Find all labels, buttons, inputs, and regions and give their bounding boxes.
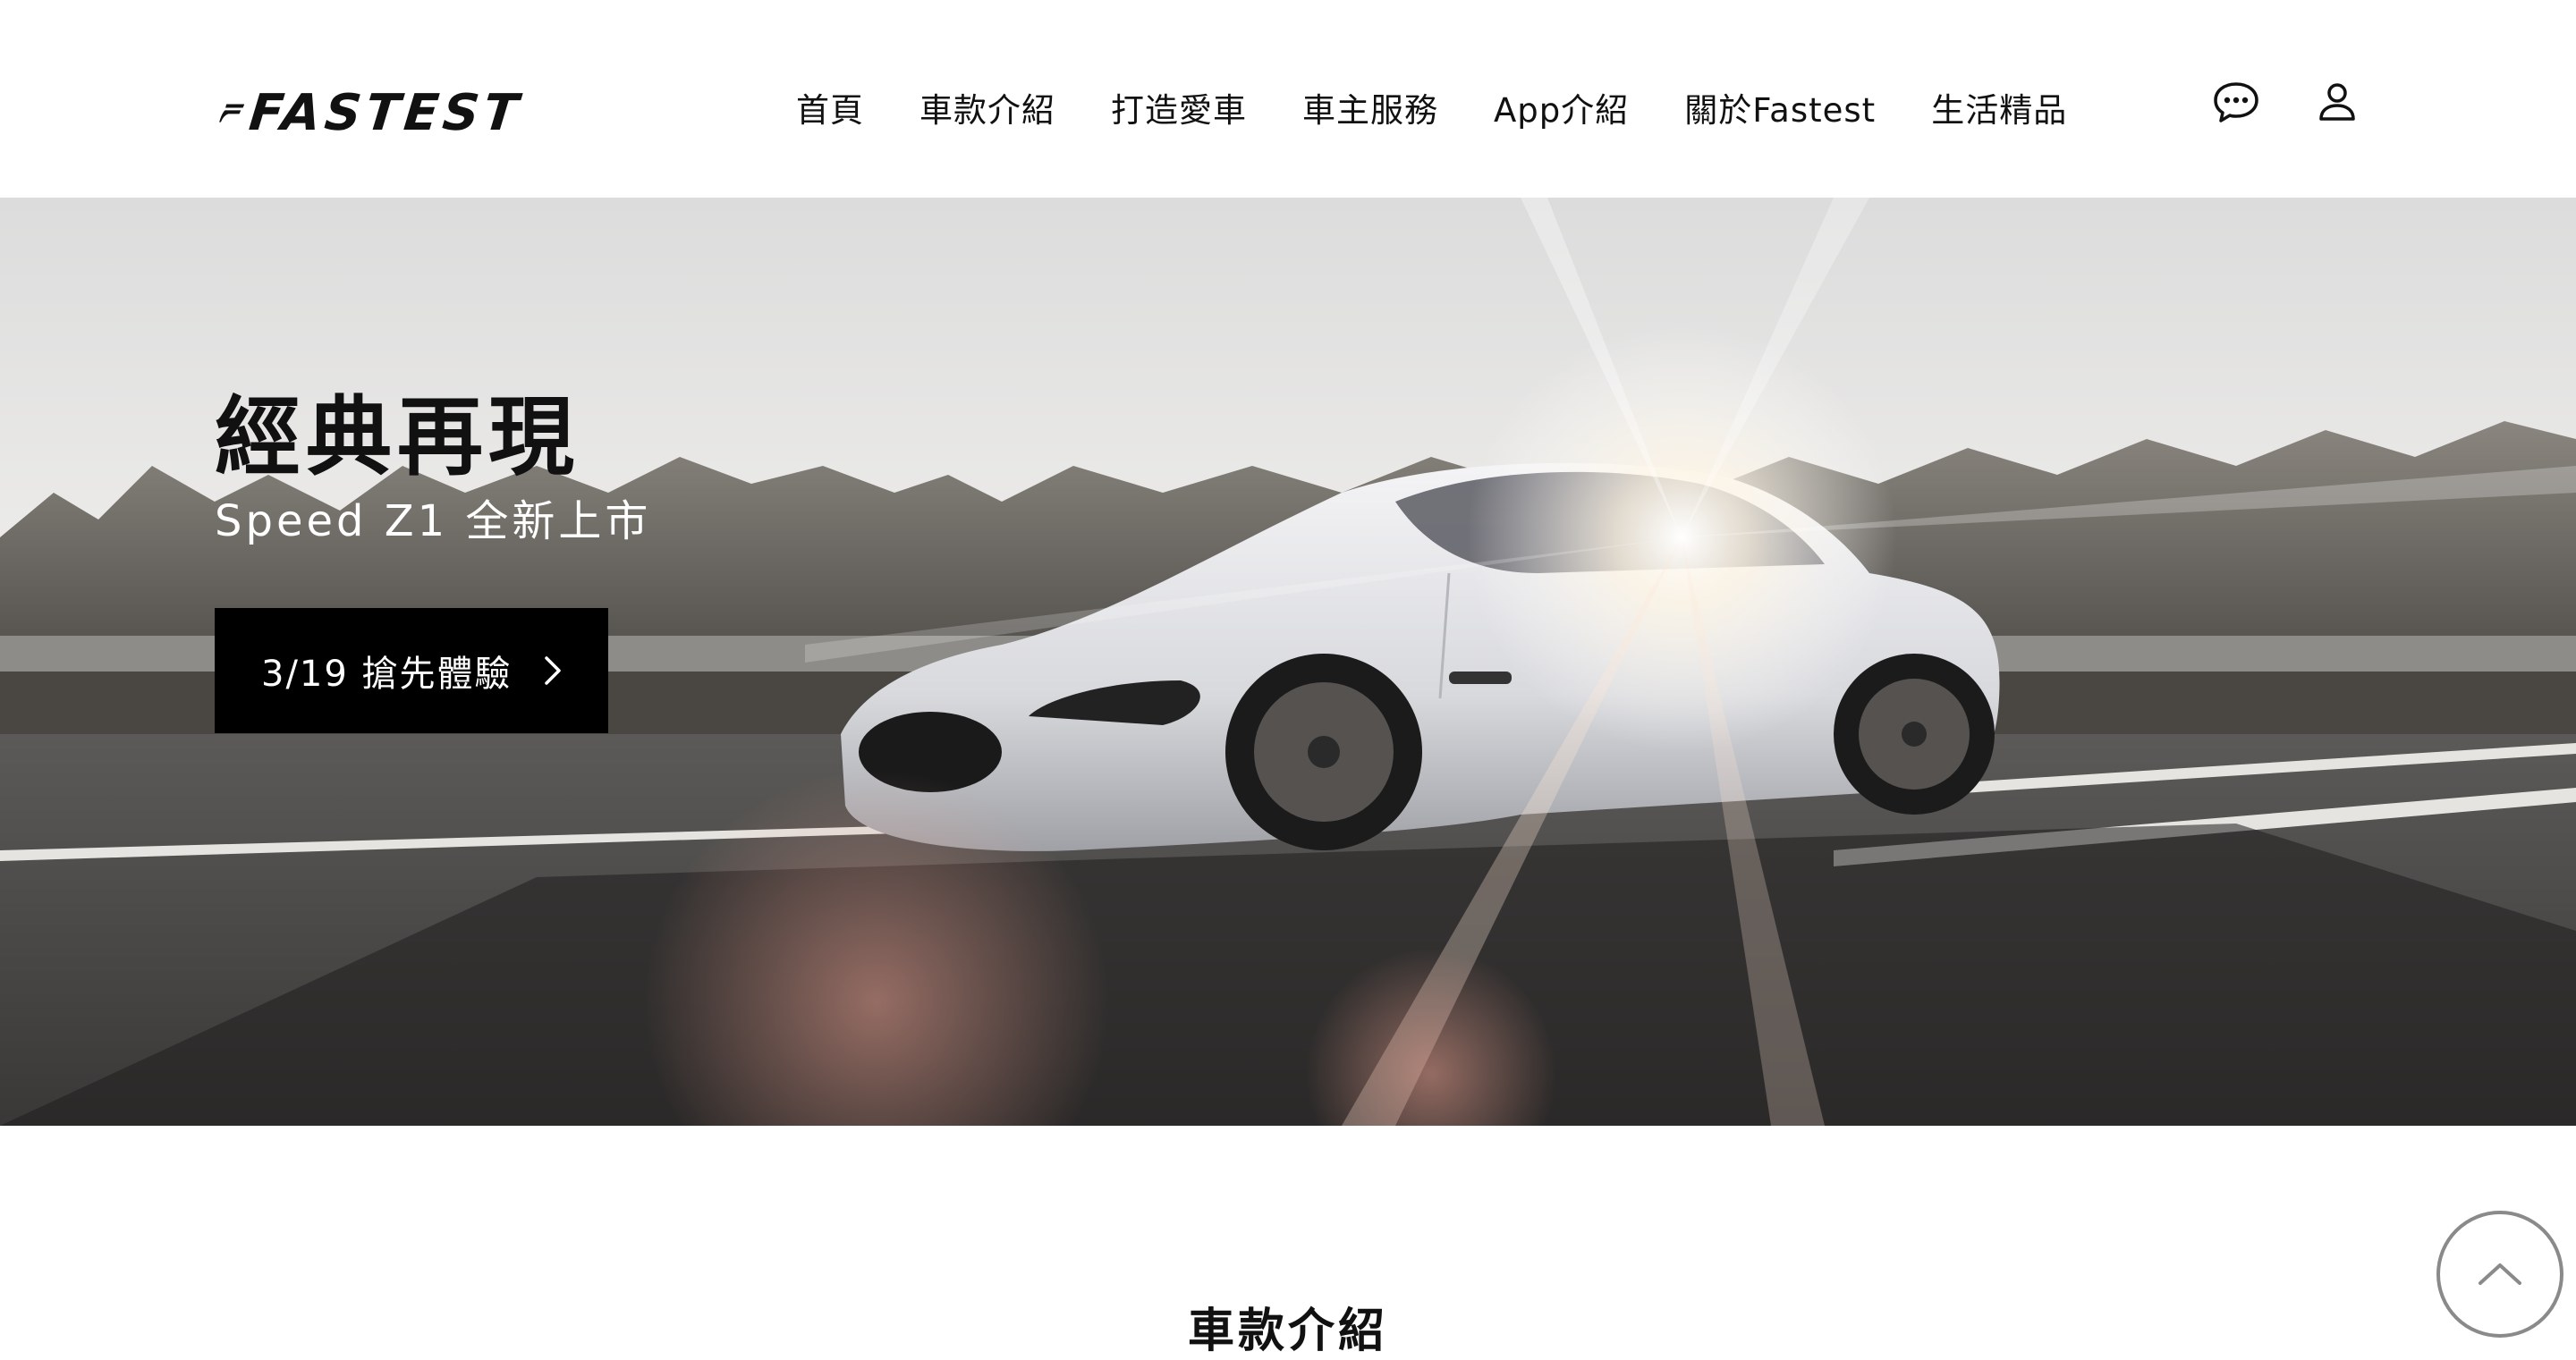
chevron-up-icon	[2479, 1263, 2521, 1285]
nav-item-build[interactable]: 打造愛車	[1111, 83, 1247, 131]
logo-mark-icon	[219, 104, 245, 122]
chat-bubble-icon[interactable]	[2213, 80, 2259, 123]
main-nav: 首頁 車款介紹 打造愛車 車主服務 App介紹 關於Fastest 生活精品	[796, 79, 2067, 136]
hero-cta-button[interactable]: 3/19 搶先體驗	[215, 608, 608, 733]
brand-name: FASTEST	[246, 83, 526, 142]
user-icon[interactable]	[2317, 80, 2358, 122]
site-header: FASTEST 首頁 車款介紹 打造愛車 車主服務 App介紹 關於Fastes…	[0, 0, 2576, 198]
hero-cta-label: 3/19 搶先體驗	[261, 654, 513, 695]
hero-banner: 經典再現 Speed Z1 全新上市 3/19 搶先體驗	[0, 198, 2576, 1126]
nav-item-owner-services[interactable]: 車主服務	[1302, 83, 1438, 131]
brand-logo[interactable]: FASTEST	[218, 75, 525, 150]
hero-subtitle: Speed Z1 全新上市	[215, 496, 652, 546]
nav-item-models[interactable]: 車款介紹	[919, 83, 1055, 131]
hero-title: 經典再現	[215, 387, 580, 487]
nav-item-app[interactable]: App介紹	[1494, 83, 1629, 131]
nav-item-lifestyle[interactable]: 生活精品	[1931, 83, 2067, 131]
chevron-right-icon	[544, 656, 561, 685]
nav-item-home[interactable]: 首頁	[796, 83, 864, 131]
back-to-top-button[interactable]	[2436, 1211, 2563, 1338]
nav-item-about[interactable]: 關於Fastest	[1684, 83, 1876, 131]
section-title-models: 車款介紹	[1187, 1305, 1388, 1358]
